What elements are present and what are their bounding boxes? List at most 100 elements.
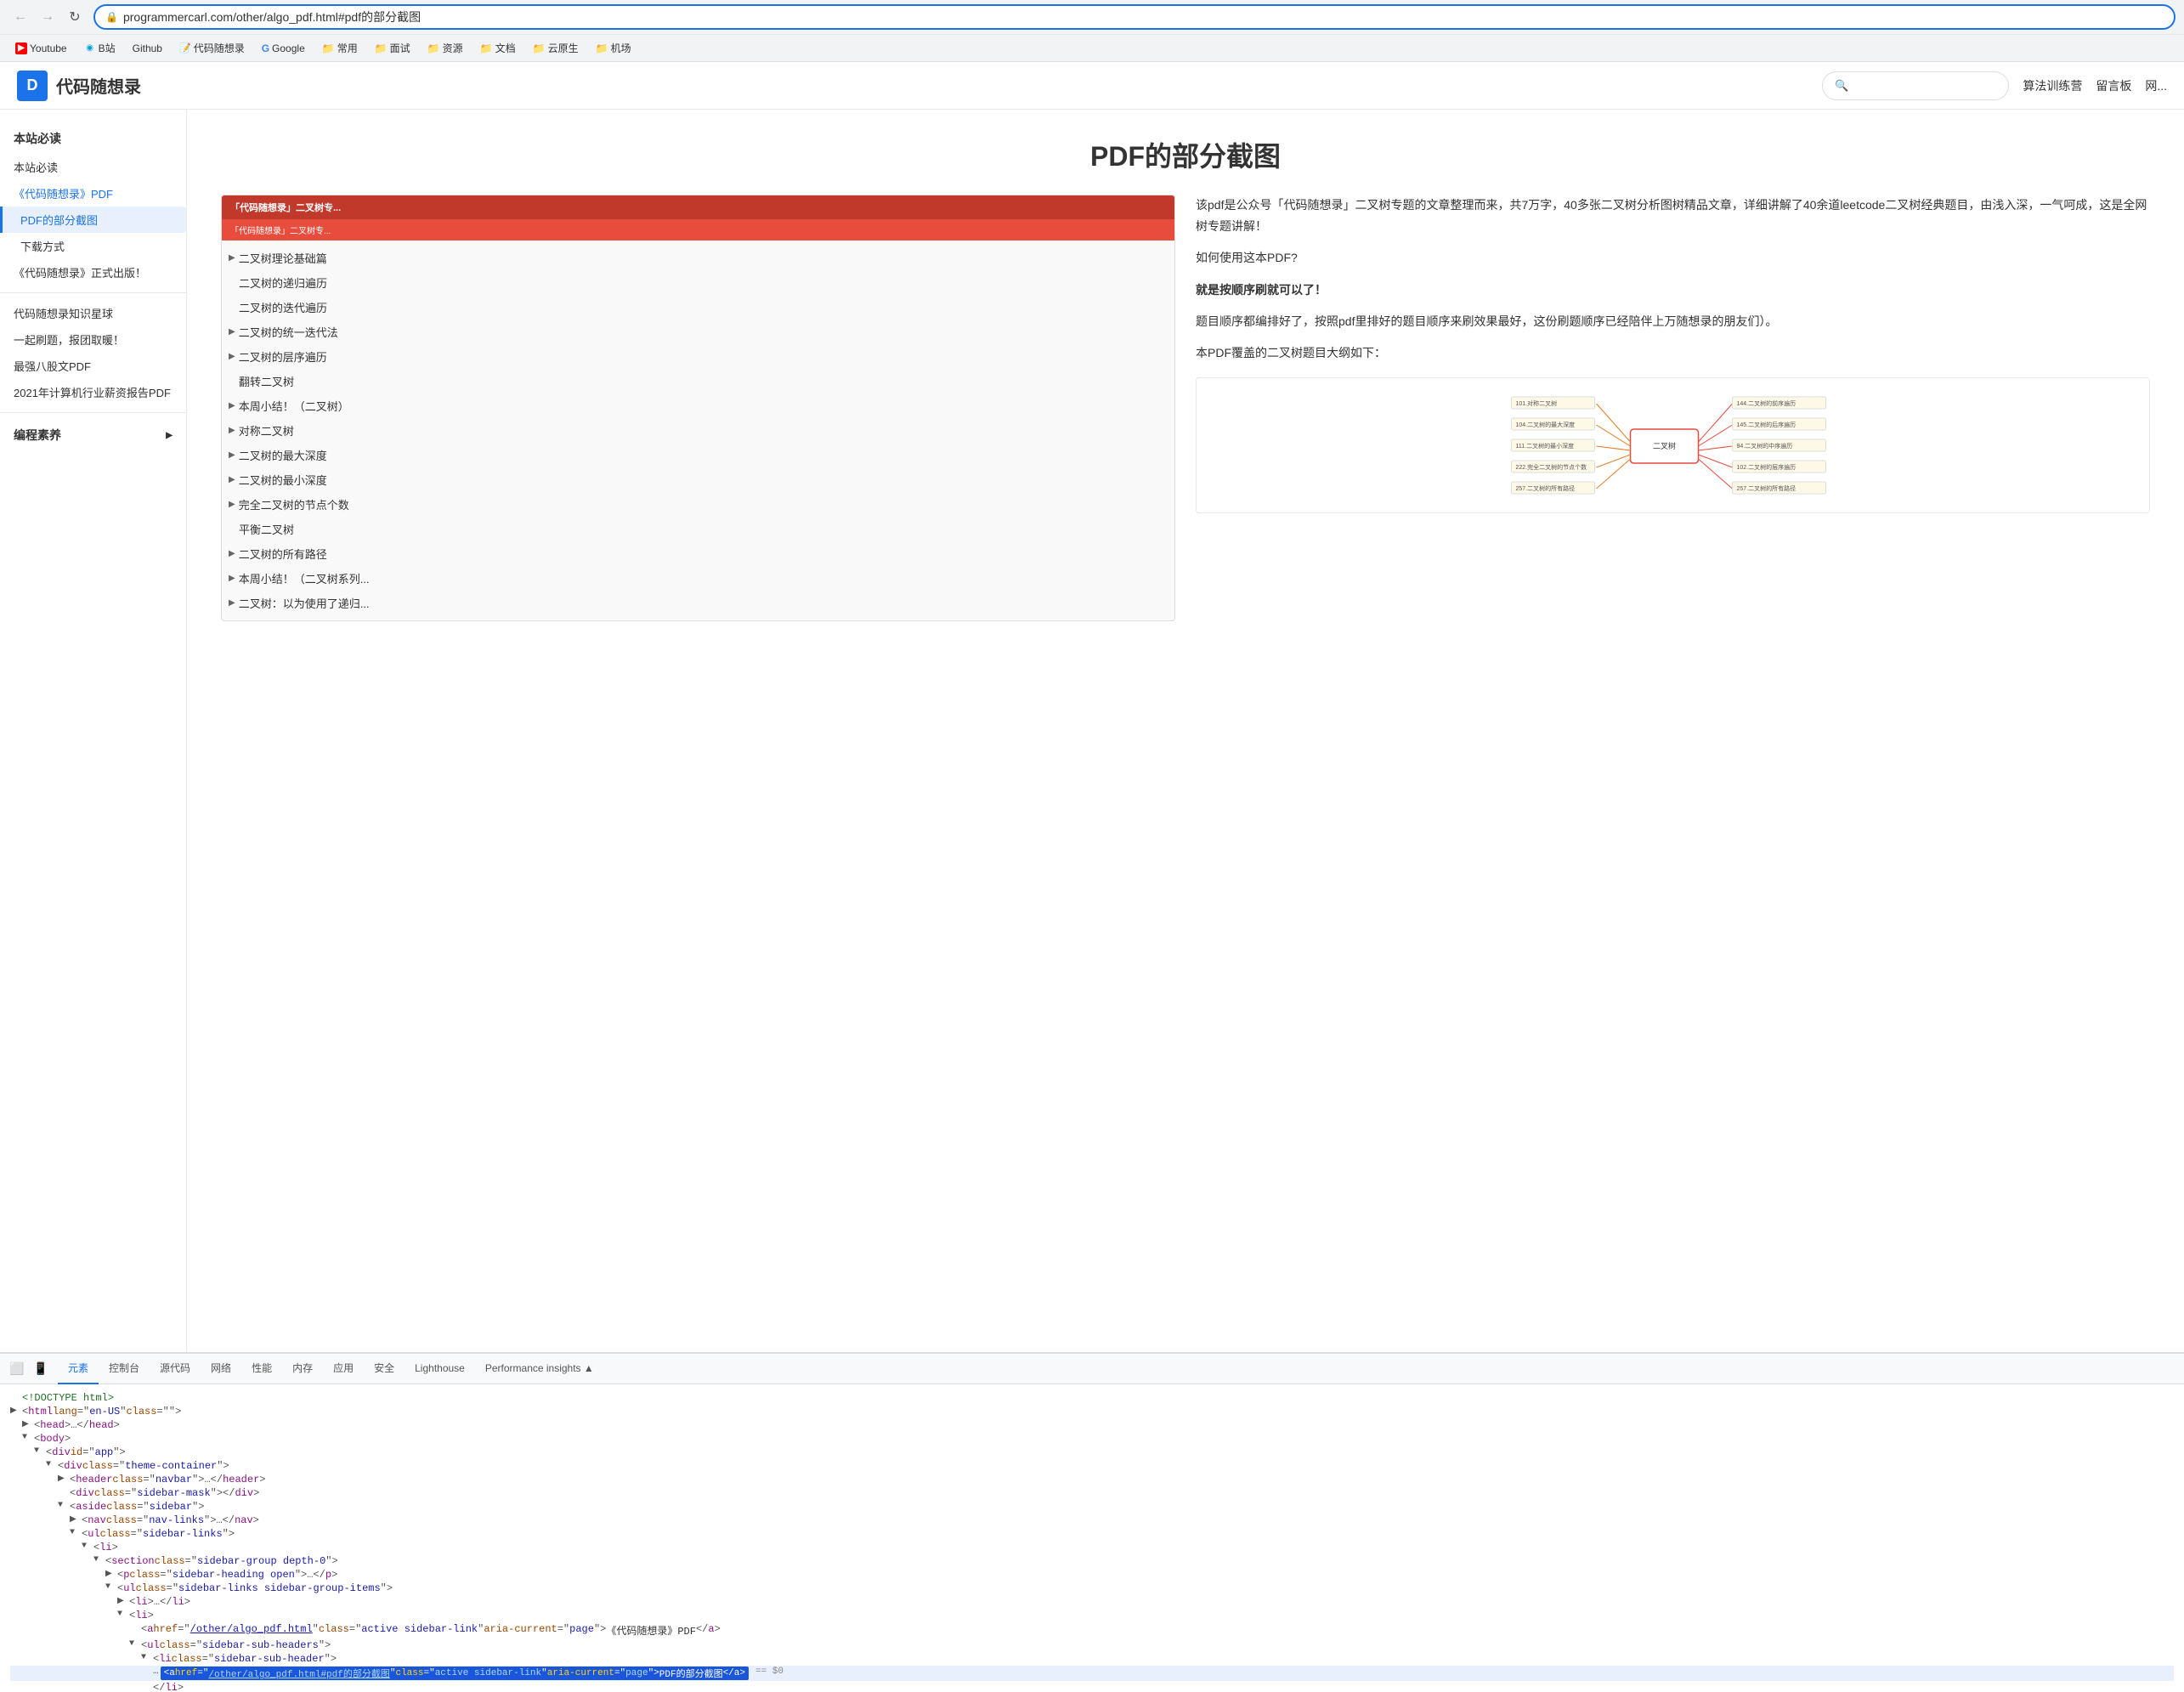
reload-button[interactable]: ↻ <box>63 5 87 29</box>
devtools-tab-lighthouse[interactable]: Lighthouse <box>405 1354 475 1384</box>
back-button[interactable]: ← <box>8 5 32 29</box>
devtools-tab-performance[interactable]: 性能 <box>241 1354 282 1384</box>
bookmark-youtube[interactable]: ▶ Youtube <box>8 41 74 56</box>
code-line-aside[interactable]: <aside class="sidebar"> <box>10 1500 2174 1514</box>
header-nav-training[interactable]: 算法训练营 <box>2023 77 2082 94</box>
bookmark-google[interactable]: G Google <box>255 41 312 56</box>
code-line-li-sub-close[interactable]: </li> <box>10 1681 2174 1692</box>
toc-item-1[interactable]: 二叉树的递归遍历 <box>229 270 1168 295</box>
toggle-body[interactable] <box>22 1433 34 1442</box>
toc-item-3[interactable]: ▶ 二叉树的统一迭代法 <box>229 320 1168 344</box>
code-line-li-item1[interactable]: <li> … </li> <box>10 1595 2174 1609</box>
sidebar-item-essential-read[interactable]: 本站必读 <box>0 154 186 180</box>
sidebar-item-knowledge-planet[interactable]: 代码随想录知识星球 <box>0 300 186 326</box>
bookmark-macos[interactable]: 📁 机场 <box>589 39 638 57</box>
devtools-inspect-btn[interactable]: ⬜ <box>7 1359 27 1379</box>
forward-button[interactable]: → <box>36 5 59 29</box>
toggle-ul-group-items[interactable] <box>105 1582 117 1592</box>
toggle-html[interactable] <box>10 1406 22 1416</box>
code-line-div-app[interactable]: <div id="app"> <box>10 1446 2174 1459</box>
code-line-nav[interactable]: <nav class="nav-links"> … </nav> <box>10 1514 2174 1527</box>
toc-item-2[interactable]: 二叉树的迭代遍历 <box>229 295 1168 320</box>
toc-arrow-10: ▶ <box>229 500 235 509</box>
toc-label-8: 二叉树的最大深度 <box>239 447 327 463</box>
sidebar-item-salary-report[interactable]: 2021年计算机行业薪资报告PDF <box>0 379 186 405</box>
devtools-tab-sources[interactable]: 源代码 <box>150 1354 201 1384</box>
devtools-tab-memory[interactable]: 内存 <box>282 1354 323 1384</box>
code-line-a-active[interactable]: … <a href="/other/algo_pdf.html#pdf的部分截图… <box>10 1666 2174 1681</box>
toc-item-7[interactable]: ▶ 对称二叉树 <box>229 418 1168 443</box>
code-line-header[interactable]: <header class="navbar"> … </header> <box>10 1473 2174 1486</box>
sidebar-section-programming[interactable]: 编程素养 ▶ <box>0 420 186 450</box>
code-line-ul-group-items[interactable]: <ul class="sidebar-links sidebar-group-i… <box>10 1582 2174 1595</box>
devtools-tab-console[interactable]: 控制台 <box>99 1354 150 1384</box>
header-nav-guestbook[interactable]: 留言板 <box>2096 77 2131 94</box>
code-line-p-heading[interactable]: <p class="sidebar-heading open"> … </p> <box>10 1568 2174 1582</box>
toggle-section[interactable] <box>93 1555 105 1565</box>
devtools-tab-perf-insights[interactable]: Performance insights ▲ <box>475 1354 604 1384</box>
content-area: 本站必读 本站必读 《代码随想录》PDF PDF的部分截图 下载方式 《代码随想… <box>0 110 2184 1352</box>
toggle-div-theme[interactable] <box>46 1460 58 1469</box>
header-search-box[interactable]: 🔍 <box>1822 71 2009 100</box>
code-line-body[interactable]: <body> <box>10 1432 2174 1446</box>
bookmark-docs[interactable]: 📁 文档 <box>473 39 523 57</box>
bookmark-interview[interactable]: 📁 面试 <box>368 39 417 57</box>
sidebar-item-stock-pdf[interactable]: 最强八股文PDF <box>0 353 186 379</box>
toc-item-5[interactable]: 翻转二叉树 <box>229 369 1168 393</box>
code-line-doctype[interactable]: <!DOCTYPE html> <box>10 1391 2174 1405</box>
toggle-ul-sub-headers[interactable] <box>129 1639 141 1649</box>
sidebar-item-team-up[interactable]: 一起刷题，报团取暖！ <box>0 326 186 353</box>
toc-item-9[interactable]: ▶ 二叉树的最小深度 <box>229 467 1168 492</box>
code-line-head[interactable]: <head> … </head> <box>10 1418 2174 1432</box>
toggle-p-heading[interactable] <box>105 1569 117 1579</box>
address-bar[interactable]: 🔒 programmercarl.com/other/algo_pdf.html… <box>93 4 2176 30</box>
header-nav-more[interactable]: 网... <box>2145 77 2167 94</box>
code-line-li-item2[interactable]: <li> <box>10 1609 2174 1622</box>
devtools-tab-network[interactable]: 网络 <box>201 1354 241 1384</box>
toc-item-8[interactable]: ▶ 二叉树的最大深度 <box>229 443 1168 467</box>
sidebar-item-pdf-preview[interactable]: PDF的部分截图 <box>0 207 186 233</box>
devtools-tab-elements[interactable]: 元素 <box>58 1354 99 1384</box>
code-line-div-theme[interactable]: <div class="theme-container"> <box>10 1459 2174 1473</box>
toggle-ul-sidebar[interactable] <box>70 1528 82 1537</box>
toc-item-0[interactable]: ▶ 二叉树理论基础篇 <box>229 246 1168 270</box>
devtools-tab-application[interactable]: 应用 <box>323 1354 364 1384</box>
toggle-head[interactable] <box>22 1419 34 1429</box>
bookmark-resources[interactable]: 📁 资源 <box>421 39 470 57</box>
sidebar-item-official[interactable]: 《代码随想录》正式出版！ <box>0 259 186 286</box>
toggle-header[interactable] <box>58 1474 70 1484</box>
code-line-a-tag[interactable]: <a href="/other/algo_pdf.html" class="ac… <box>10 1622 2174 1638</box>
devtools-tab-security[interactable]: 安全 <box>364 1354 405 1384</box>
sidebar-item-algo-pdf[interactable]: 《代码随想录》PDF <box>0 180 186 207</box>
sidebar-divider-1 <box>0 292 186 293</box>
bookmark-cloud[interactable]: 📁 云原生 <box>526 39 586 57</box>
bookmark-bilibili[interactable]: ◉ B站 <box>77 39 122 57</box>
toggle-aside[interactable] <box>58 1501 70 1510</box>
code-line-li1[interactable]: <li> <box>10 1541 2174 1554</box>
toggle-li-item1[interactable] <box>117 1596 129 1606</box>
toc-item-10[interactable]: ▶ 完全二叉树的节点个数 <box>229 492 1168 517</box>
code-line-html[interactable]: <html lang="en-US" class=" "> <box>10 1405 2174 1418</box>
bookmark-common[interactable]: 📁 常用 <box>315 39 365 57</box>
toggle-nav[interactable] <box>70 1514 82 1525</box>
devtools-device-btn[interactable]: 📱 <box>31 1359 51 1379</box>
bookmark-dailycode[interactable]: 📝 代码随想录 <box>173 39 252 57</box>
toggle-li-item2[interactable] <box>117 1610 129 1619</box>
toggle-div-app[interactable] <box>34 1446 46 1456</box>
toc-item-12[interactable]: ▶ 二叉树的所有路径 <box>229 541 1168 566</box>
code-line-ul-sub-headers[interactable]: <ul class="sidebar-sub-headers"> <box>10 1638 2174 1652</box>
toggle-li1[interactable] <box>82 1542 93 1551</box>
code-line-section[interactable]: <section class="sidebar-group depth-0"> <box>10 1554 2174 1568</box>
sidebar-item-download[interactable]: 下载方式 <box>0 233 186 259</box>
toc-item-6[interactable]: ▶ 本周小结！（二叉树） <box>229 393 1168 418</box>
toggle-li-sub-header-active[interactable] <box>141 1653 153 1662</box>
code-line-ul-sidebar[interactable]: <ul class="sidebar-links"> <box>10 1527 2174 1541</box>
code-line-li-sub-header-active[interactable]: <li class="sidebar-sub-header"> <box>10 1652 2174 1666</box>
toc-item-14[interactable]: ▶ 二叉树：以为使用了递归... <box>229 591 1168 615</box>
toc-item-11[interactable]: 平衡二叉树 <box>229 517 1168 541</box>
toc-item-4[interactable]: ▶ 二叉树的层序遍历 <box>229 344 1168 369</box>
toc-item-13[interactable]: ▶ 本周小结！（二叉树系列... <box>229 566 1168 591</box>
code-line-sidebar-mask[interactable]: <div class="sidebar-mask"></div> <box>10 1486 2174 1500</box>
bookmark-github[interactable]: Github <box>126 41 169 56</box>
selected-a-tag[interactable]: <a href="/other/algo_pdf.html#pdf的部分截图" … <box>161 1667 749 1680</box>
